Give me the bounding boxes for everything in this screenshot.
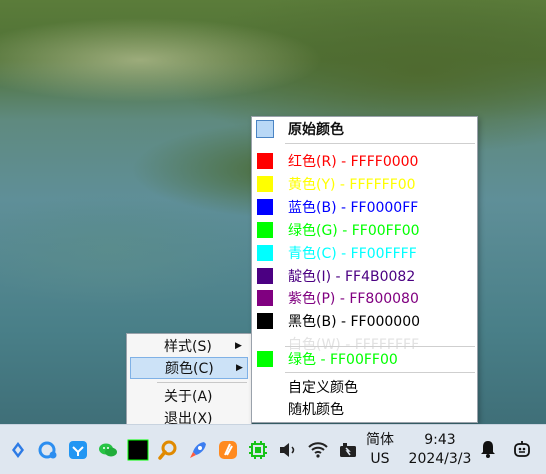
current-color-swatch — [257, 351, 273, 367]
color-item[interactable]: 青色(C) - FF00FFFF — [252, 242, 477, 264]
submenu-arrow-icon: ▶ — [235, 341, 242, 351]
menu-item-style[interactable]: 样式(S) ▶ — [130, 335, 248, 357]
color-item-label: 黄色(Y) - FFFFFF00 — [288, 176, 416, 193]
wechat-icon[interactable] — [96, 438, 120, 462]
random-color-item[interactable]: 随机颜色 — [252, 398, 477, 420]
rocket-icon[interactable] — [186, 438, 210, 462]
color-item[interactable]: 黑色(B) - FF000000 — [252, 310, 477, 332]
color-swatch — [257, 313, 273, 330]
color-swatch — [257, 290, 273, 307]
custom-color-item[interactable]: 自定义颜色 — [252, 376, 477, 398]
random-color-label: 随机颜色 — [288, 402, 344, 418]
ime-indicator[interactable]: 简体 US — [364, 431, 396, 469]
launcher-icon[interactable] — [6, 438, 30, 462]
color-item[interactable]: 紫色(P) - FF800080 — [252, 287, 477, 309]
color-item-label: 青色(C) - FF00FFFF — [288, 245, 417, 262]
menu-separator — [285, 346, 475, 347]
bell-icon[interactable] — [476, 437, 500, 461]
color-item-label: 黑色(B) - FF000000 — [288, 314, 421, 331]
menu-item-color-label: 颜色(C) — [165, 361, 214, 377]
menu-separator — [285, 143, 475, 144]
ime-mode: 简体 — [366, 432, 394, 448]
color-submenu: 原始颜色 红色(R) - FFFF0000 黄色(Y) - FFFFFF00 蓝色(… — [251, 116, 478, 423]
wifi-icon[interactable] — [306, 438, 330, 462]
color-item[interactable]: 黄色(Y) - FFFFFF00 — [252, 173, 477, 195]
store-icon[interactable] — [66, 438, 90, 462]
color-item-label: 红色(R) - FFFF0000 — [288, 154, 419, 170]
black-square-icon[interactable] — [126, 438, 150, 462]
color-item-label: 蓝色(B) - FF0000FF — [288, 199, 419, 216]
current-color-label: 绿色 - FF00FF00 — [288, 352, 398, 368]
menu-item-about-label: 关于(A) — [164, 389, 213, 405]
ime-layout: US — [370, 451, 390, 467]
app-icon[interactable] — [216, 438, 240, 462]
original-color-swatch — [256, 120, 274, 138]
color-item[interactable]: 蓝色(B) - FF0000FF — [252, 196, 477, 218]
clock-time: 9:43 — [424, 432, 456, 448]
menu-item-about[interactable]: 关于(A) — [130, 385, 248, 407]
assistant-icon[interactable] — [510, 437, 534, 461]
color-item[interactable]: 红色(R) - FFFF0000 — [252, 150, 477, 172]
color-swatch — [257, 221, 273, 238]
tray-context-menu: 样式(S) ▶ 颜色(C) ▶ 关于(A) 退出(X) — [126, 333, 252, 431]
color-item-label: 靛色(I) - FF4B0082 — [288, 268, 416, 285]
chip-icon[interactable] — [246, 438, 270, 462]
menu-separator — [157, 382, 247, 383]
color-item-label: 绿色(G) - FF00FF00 — [288, 222, 420, 239]
taskbar: 简体 US 9:43 2024/3/3 — [0, 424, 546, 474]
original-color-item[interactable]: 原始颜色 — [252, 118, 477, 140]
current-color-item[interactable]: 绿色 - FF00FF00 — [252, 348, 477, 370]
color-swatch — [257, 198, 273, 215]
search-icon[interactable] — [156, 438, 180, 462]
menu-separator — [285, 372, 475, 373]
color-item-label: 紫色(P) - FF800080 — [288, 291, 419, 308]
battery-icon[interactable] — [336, 438, 360, 462]
menu-item-style-label: 样式(S) — [164, 339, 212, 355]
color-swatch — [257, 244, 273, 261]
submenu-arrow-icon: ▶ — [236, 363, 243, 373]
color-item[interactable]: 绿色(G) - FF00FF00 — [252, 219, 477, 241]
custom-color-label: 自定义颜色 — [288, 380, 358, 396]
clock-date: 2024/3/3 — [408, 451, 472, 467]
menu-item-color[interactable]: 颜色(C) ▶ — [130, 357, 248, 379]
color-swatch — [257, 153, 273, 169]
original-color-label: 原始颜色 — [288, 122, 344, 138]
volume-icon[interactable] — [276, 438, 300, 462]
color-item[interactable]: 靛色(I) - FF4B0082 — [252, 265, 477, 287]
color-swatch — [257, 175, 273, 192]
browser-icon[interactable] — [36, 438, 60, 462]
clock[interactable]: 9:43 2024/3/3 — [404, 431, 476, 469]
color-swatch — [257, 267, 273, 284]
